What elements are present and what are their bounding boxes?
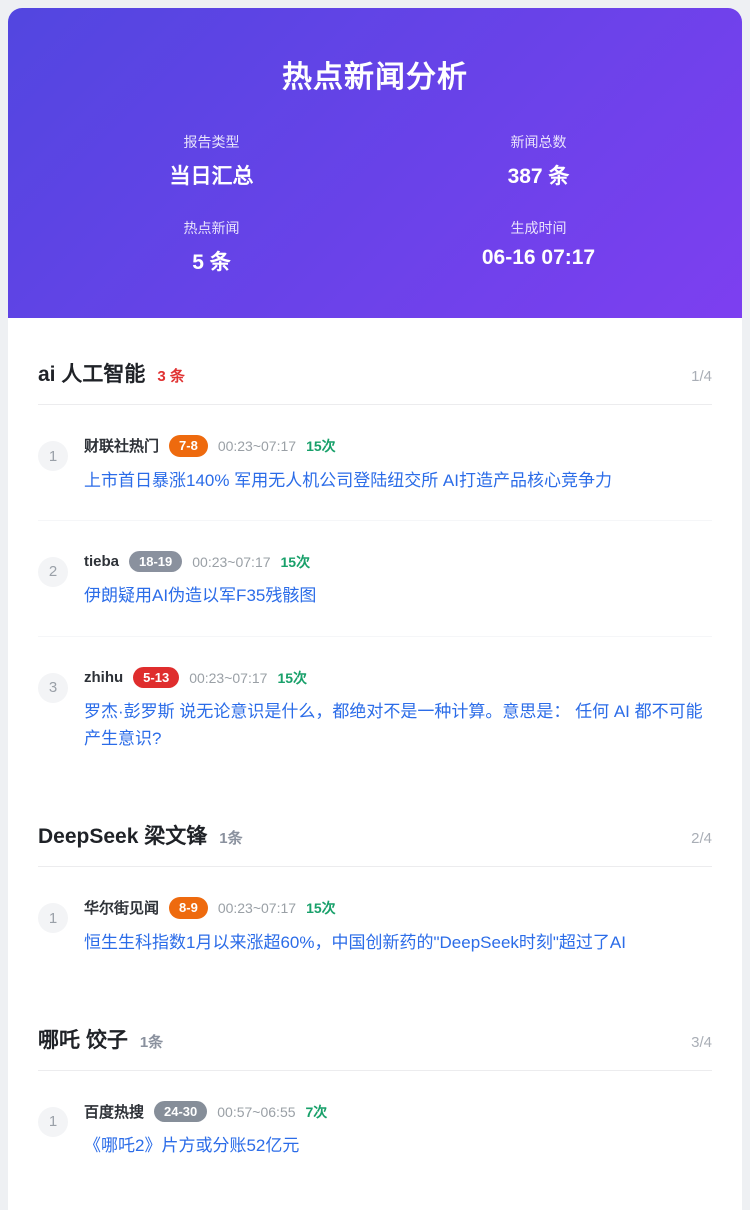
stat-report-type: 报告类型 当日汇总 (48, 132, 375, 190)
item-frequency: 7次 (306, 1102, 328, 1122)
item-frequency: 15次 (281, 552, 311, 572)
item-time-range: 00:23~07:17 (218, 900, 296, 916)
section-page-indicator: 3/4 (691, 1034, 712, 1051)
section-nezha: 哪吒 饺子 1条 3/4 1 百度热搜 24-30 00:57~06:55 7次… (38, 1024, 712, 1166)
item-frequency: 15次 (306, 898, 336, 918)
item-body: 财联社热门 7-8 00:23~07:17 15次 上市首日暴涨140% 军用无… (84, 435, 712, 494)
news-title-link[interactable]: 伊朗疑用AI伪造以军F35残骸图 (84, 583, 712, 609)
section-ai: ai 人工智能 3 条 1/4 1 财联社热门 7-8 00:23~07:17 … (38, 358, 712, 758)
item-index-badge: 3 (38, 673, 68, 703)
news-item: 1 财联社热门 7-8 00:23~07:17 15次 上市首日暴涨140% 军… (38, 405, 712, 521)
item-index-badge: 1 (38, 1107, 68, 1137)
stat-total-news: 新闻总数 387 条 (375, 132, 702, 190)
item-meta: tieba 18-19 00:23~07:17 15次 (84, 551, 712, 573)
stat-value: 5 条 (48, 246, 375, 276)
news-item: 3 zhihu 5-13 00:23~07:17 15次 罗杰·彭罗斯 说无论意… (38, 637, 712, 758)
item-meta: zhihu 5-13 00:23~07:17 15次 (84, 667, 712, 689)
section-page-indicator: 2/4 (691, 830, 712, 847)
item-meta: 百度热搜 24-30 00:57~06:55 7次 (84, 1101, 712, 1123)
section-header: ai 人工智能 3 条 1/4 (38, 358, 712, 405)
page-title: 热点新闻分析 (48, 52, 702, 96)
news-title-link[interactable]: 罗杰·彭罗斯 说无论意识是什么，都绝对不是一种计算。意思是： 任何 AI 都不可… (84, 699, 712, 752)
report-content: ai 人工智能 3 条 1/4 1 财联社热门 7-8 00:23~07:17 … (8, 318, 742, 1206)
stat-label: 生成时间 (375, 218, 702, 238)
stats-grid: 报告类型 当日汇总 新闻总数 387 条 热点新闻 5 条 生成时间 06-16… (48, 132, 702, 276)
rank-badge: 24-30 (154, 1101, 207, 1123)
item-index-badge: 1 (38, 903, 68, 933)
item-frequency: 15次 (277, 668, 307, 688)
section-deepseek: DeepSeek 梁文锋 1条 2/4 1 华尔街见闻 8-9 00:23~07… (38, 820, 712, 962)
item-frequency: 15次 (306, 436, 336, 456)
stat-generated-time: 生成时间 06-16 07:17 (375, 218, 702, 276)
section-header: 哪吒 饺子 1条 3/4 (38, 1024, 712, 1071)
news-title-link[interactable]: 《哪吒2》片方或分账52亿元 (84, 1133, 712, 1159)
stat-label: 热点新闻 (48, 218, 375, 238)
report-card: 热点新闻分析 报告类型 当日汇总 新闻总数 387 条 热点新闻 5 条 生成时… (8, 8, 742, 1210)
news-item: 1 华尔街见闻 8-9 00:23~07:17 15次 恒生生科指数1月以来涨超… (38, 867, 712, 962)
item-time-range: 00:23~07:17 (218, 438, 296, 454)
item-body: zhihu 5-13 00:23~07:17 15次 罗杰·彭罗斯 说无论意识是… (84, 667, 712, 752)
item-index-badge: 2 (38, 557, 68, 587)
item-body: 百度热搜 24-30 00:57~06:55 7次 《哪吒2》片方或分账52亿元 (84, 1101, 712, 1160)
stat-hot-news: 热点新闻 5 条 (48, 218, 375, 276)
stat-value: 387 条 (375, 160, 702, 190)
section-title: DeepSeek 梁文锋 (38, 820, 207, 850)
stat-label: 新闻总数 (375, 132, 702, 152)
stat-value: 当日汇总 (48, 160, 375, 190)
section-title: 哪吒 饺子 (38, 1024, 128, 1054)
item-index-badge: 1 (38, 441, 68, 471)
section-count-badge: 3 条 (157, 365, 185, 386)
section-title: ai 人工智能 (38, 358, 145, 388)
item-time-range: 00:23~07:17 (192, 554, 270, 570)
item-source: 华尔街见闻 (84, 897, 159, 918)
rank-badge: 8-9 (169, 897, 208, 919)
news-item: 2 tieba 18-19 00:23~07:17 15次 伊朗疑用AI伪造以军… (38, 521, 712, 637)
item-source: 财联社热门 (84, 435, 159, 456)
item-meta: 财联社热门 7-8 00:23~07:17 15次 (84, 435, 712, 457)
section-count-badge: 1条 (219, 827, 242, 848)
news-item: 1 百度热搜 24-30 00:57~06:55 7次 《哪吒2》片方或分账52… (38, 1071, 712, 1166)
item-body: tieba 18-19 00:23~07:17 15次 伊朗疑用AI伪造以军F3… (84, 551, 712, 610)
item-meta: 华尔街见闻 8-9 00:23~07:17 15次 (84, 897, 712, 919)
section-count-badge: 1条 (140, 1031, 163, 1052)
item-source: 百度热搜 (84, 1101, 144, 1122)
item-time-range: 00:57~06:55 (217, 1104, 295, 1120)
news-title-link[interactable]: 恒生生科指数1月以来涨超60%，中国创新药的"DeepSeek时刻"超过了AI (84, 930, 712, 956)
news-title-link[interactable]: 上市首日暴涨140% 军用无人机公司登陆纽交所 AI打造产品核心竞争力 (84, 468, 712, 494)
stat-value: 06-16 07:17 (375, 246, 702, 270)
rank-badge: 7-8 (169, 435, 208, 457)
section-page-indicator: 1/4 (691, 368, 712, 385)
item-body: 华尔街见闻 8-9 00:23~07:17 15次 恒生生科指数1月以来涨超60… (84, 897, 712, 956)
report-header: 热点新闻分析 报告类型 当日汇总 新闻总数 387 条 热点新闻 5 条 生成时… (8, 8, 742, 318)
section-header: DeepSeek 梁文锋 1条 2/4 (38, 820, 712, 867)
item-source: zhihu (84, 669, 123, 686)
rank-badge: 18-19 (129, 551, 182, 573)
rank-badge: 5-13 (133, 667, 179, 689)
stat-label: 报告类型 (48, 132, 375, 152)
item-source: tieba (84, 553, 119, 570)
item-time-range: 00:23~07:17 (189, 670, 267, 686)
